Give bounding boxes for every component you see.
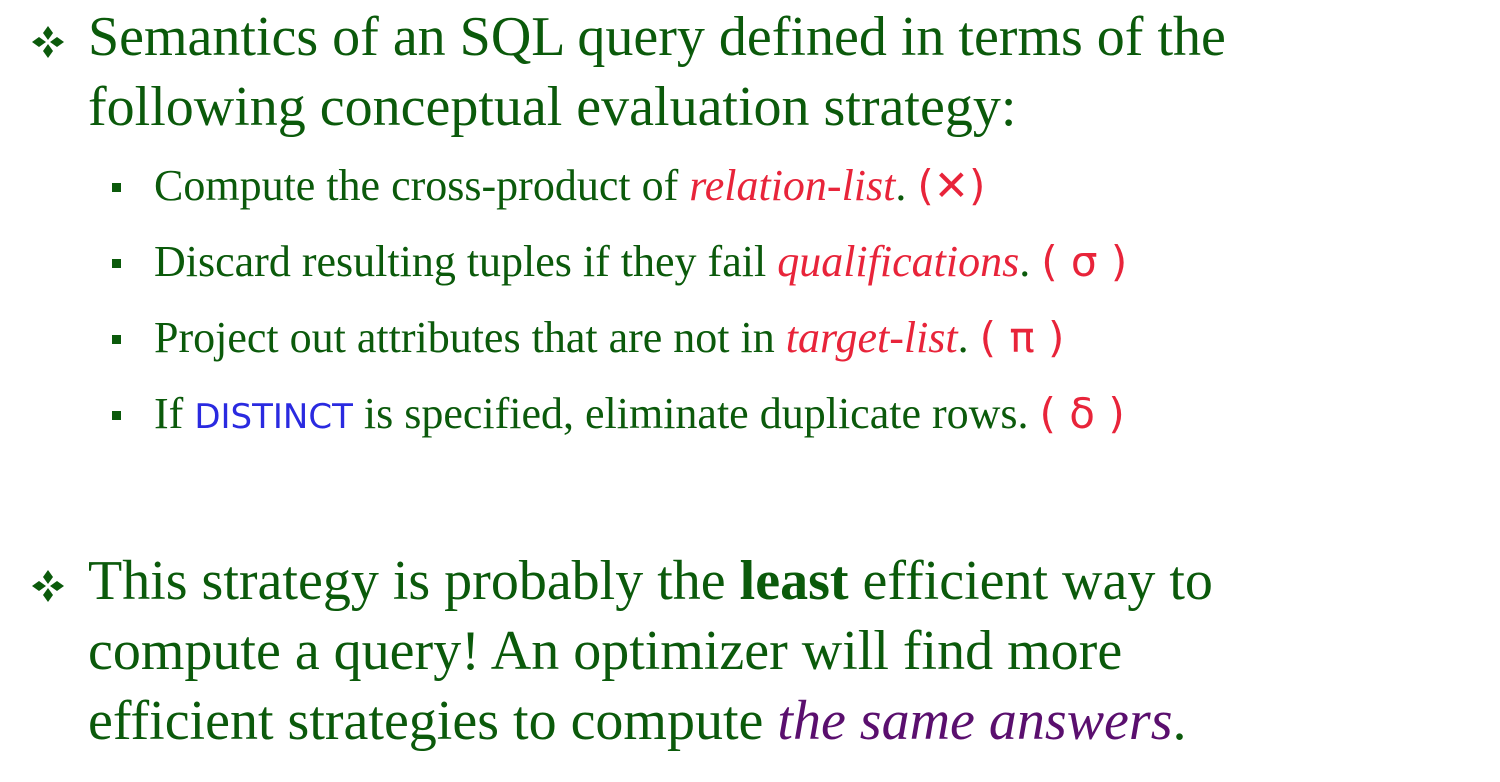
strategy-text-end: . (1172, 690, 1187, 752)
bullet-semantics-line1: Semantics of an SQL query defined in ter… (30, 2, 1226, 72)
strategy-text-line3: efficient strategies to compute (88, 690, 778, 752)
bullet-strategy-line2: compute a query! An optimizer will find … (30, 616, 1213, 686)
distinct-keyword: DISTINCT (194, 397, 353, 437)
step-text: Discard resulting tuples if they fail (154, 237, 778, 286)
step-period: . (1019, 237, 1031, 286)
least-emphasis: least (739, 550, 849, 612)
strategy-text-before: This strategy is probably the (88, 550, 740, 612)
delta-symbol: ( δ ) (1039, 389, 1125, 438)
step-term: target-list (785, 313, 958, 362)
step-text: Project out attributes that are not in (154, 313, 786, 362)
step-text: Compute the cross-product of (154, 161, 690, 210)
same-answers-emphasis: the same answers (777, 690, 1173, 752)
square-bullet-icon (112, 411, 121, 420)
step-period: . (895, 161, 907, 210)
step-text-before: If (154, 389, 195, 438)
pi-symbol: ( π ) (979, 313, 1065, 362)
cross-symbol: (✕) (917, 161, 986, 210)
strategy-text-line2: compute a query! An optimizer will find … (88, 620, 1123, 682)
square-bullet-icon (112, 183, 121, 192)
step-project: Project out attributes that are not in t… (112, 300, 1226, 376)
evaluation-steps-list: Compute the cross-product of relation-li… (30, 148, 1226, 455)
step-period: . (957, 313, 969, 362)
bullet-semantics-text1: Semantics of an SQL query defined in ter… (88, 6, 1226, 68)
step-distinct: If DISTINCT is specified, eliminate dupl… (112, 376, 1226, 455)
step-text-after: is specified, eliminate duplicate rows. (352, 389, 1040, 438)
four-diamond-icon (32, 26, 64, 58)
bullet-strategy-line1: This strategy is probably the least effi… (30, 546, 1213, 616)
square-bullet-icon (112, 335, 121, 344)
bullet-semantics-text2: following conceptual evaluation strategy… (88, 76, 1017, 138)
bullet-strategy: This strategy is probably the least effi… (30, 546, 1213, 756)
slide: Semantics of an SQL query defined in ter… (0, 0, 1500, 782)
step-term: qualifications (777, 237, 1020, 286)
bullet-semantics-line2: following conceptual evaluation strategy… (30, 72, 1226, 142)
square-bullet-icon (112, 259, 121, 268)
strategy-text-after: efficient way to (848, 550, 1213, 612)
bullet-semantics: Semantics of an SQL query defined in ter… (30, 2, 1226, 455)
step-discard: Discard resulting tuples if they fail qu… (112, 224, 1226, 300)
step-cross-product: Compute the cross-product of relation-li… (112, 148, 1226, 224)
four-diamond-icon (32, 570, 64, 602)
bullet-strategy-line3: efficient strategies to compute the same… (30, 686, 1213, 756)
step-term: relation-list (689, 161, 896, 210)
sigma-symbol: ( σ ) (1041, 237, 1128, 286)
